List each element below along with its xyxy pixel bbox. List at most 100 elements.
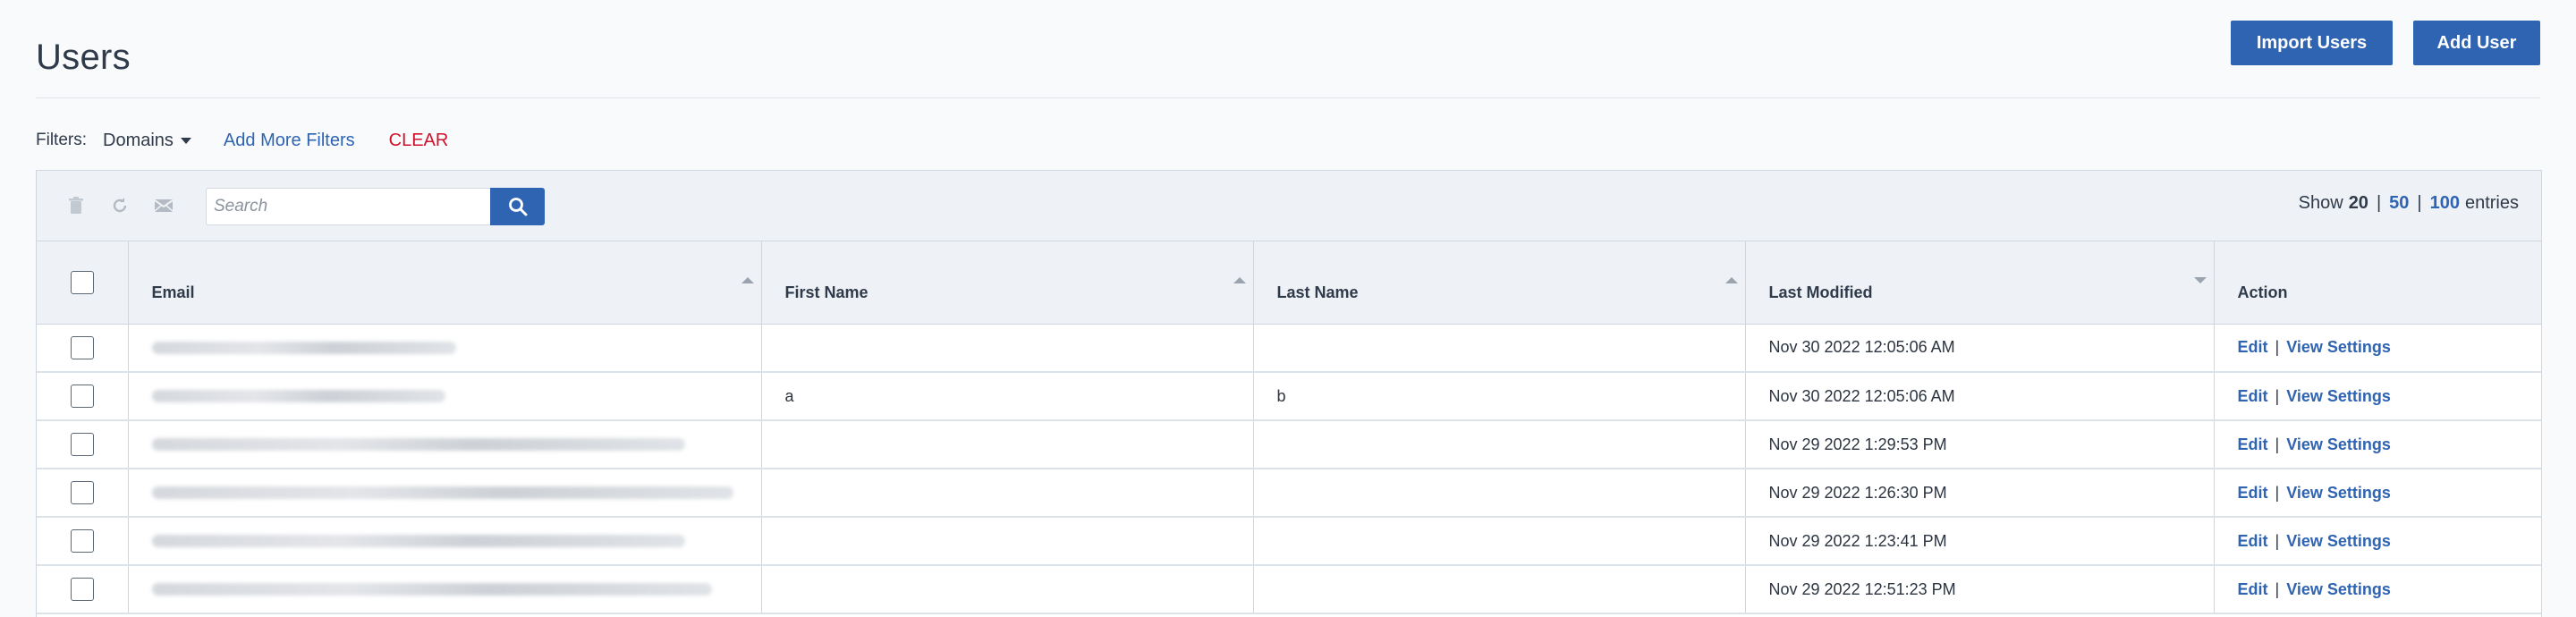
users-table-panel: Show 20 | 50 | 100 entries [36, 170, 2542, 617]
clear-filters-link[interactable]: CLEAR [389, 131, 449, 151]
search-icon [508, 198, 527, 216]
page-size-50[interactable]: 50 [2389, 193, 2409, 214]
last-modified-cell: Nov 29 2022 1:26:30 PM [1745, 469, 2215, 517]
last-name-cell [1253, 420, 1746, 469]
email-cell [128, 565, 762, 613]
page-size-20[interactable]: 20 [2349, 193, 2368, 214]
first-name-cell [761, 324, 1254, 372]
entries-label: entries [2464, 193, 2519, 213]
search-button[interactable] [490, 188, 545, 225]
action-separator: | [2275, 386, 2280, 405]
sort-asc-icon [1233, 277, 1246, 283]
sort-asc-icon [741, 277, 754, 283]
row-select-cell [37, 517, 129, 565]
email-column-header[interactable]: Email [128, 241, 762, 325]
view-settings-link[interactable]: View Settings [2286, 580, 2391, 598]
first-name-cell [761, 565, 1254, 613]
action-cell: Edit | View Settings [2214, 372, 2541, 420]
edit-link[interactable]: Edit [2238, 532, 2268, 550]
row-checkbox[interactable] [70, 385, 94, 408]
sort-desc-icon [2193, 277, 2207, 283]
filters-label: Filters: [36, 131, 87, 149]
view-settings-link[interactable]: View Settings [2286, 338, 2391, 356]
email-cell [128, 469, 762, 517]
row-select-cell [37, 469, 129, 517]
add-more-filters-link[interactable]: Add More Filters [224, 131, 355, 151]
table-header-row: Email First Name Last Name Last Modified [37, 241, 2541, 325]
row-checkbox[interactable] [70, 578, 94, 601]
select-all-cell [37, 241, 129, 325]
edit-link[interactable]: Edit [2238, 338, 2268, 356]
last-modified-cell: Nov 29 2022 1:23:41 PM [1745, 517, 2215, 565]
action-separator: | [2275, 531, 2280, 550]
table-row: a b Nov 30 2022 12:05:06 AM Edit | View Se… [37, 372, 2541, 420]
page-size-100[interactable]: 100 [2430, 193, 2460, 214]
action-cell: Edit | View Settings [2214, 420, 2541, 469]
email-cell [128, 420, 762, 469]
row-select-cell [37, 420, 129, 469]
trash-icon[interactable] [63, 192, 89, 219]
row-checkbox[interactable] [70, 335, 94, 359]
redacted-email [151, 438, 685, 451]
row-select-cell [37, 324, 129, 372]
last-modified-cell: Nov 30 2022 12:05:06 AM [1745, 372, 2215, 420]
redacted-email [151, 341, 456, 354]
email-cell [128, 372, 762, 420]
edit-link[interactable]: Edit [2238, 580, 2268, 598]
redacted-email [151, 535, 685, 547]
search-input[interactable] [206, 188, 490, 225]
view-settings-link[interactable]: View Settings [2286, 484, 2391, 502]
edit-link[interactable]: Edit [2238, 435, 2268, 453]
row-select-cell [37, 372, 129, 420]
domains-dropdown[interactable]: Domains [103, 131, 191, 151]
last-name-cell [1253, 517, 1746, 565]
refresh-icon[interactable] [106, 192, 133, 219]
action-separator: | [2275, 435, 2280, 453]
row-checkbox[interactable] [70, 481, 94, 504]
view-settings-link[interactable]: View Settings [2286, 532, 2391, 550]
view-settings-link[interactable]: View Settings [2286, 387, 2391, 405]
page-size-selector: Show 20 | 50 | 100 entries [2299, 193, 2519, 214]
first-name-column-header[interactable]: First Name [761, 241, 1254, 325]
email-icon[interactable] [150, 192, 177, 219]
row-checkbox[interactable] [70, 529, 94, 553]
email-cell [128, 324, 762, 372]
page-size-separator: | [2417, 193, 2422, 213]
action-separator: | [2275, 579, 2280, 598]
table-row: Nov 29 2022 12:51:23 PM Edit | View Settin… [37, 565, 2541, 613]
row-checkbox[interactable] [70, 433, 94, 456]
last-modified-cell: Nov 29 2022 1:29:53 PM [1745, 420, 2215, 469]
redacted-email [151, 486, 733, 499]
filters-bar: Filters: Domains Add More Filters CLEAR [36, 127, 448, 154]
domains-dropdown-label: Domains [103, 130, 174, 150]
action-separator: | [2275, 483, 2280, 502]
last-modified-cell: Nov 30 2022 12:05:06 AM [1745, 324, 2215, 372]
edit-link[interactable]: Edit [2238, 484, 2268, 502]
redacted-email [151, 390, 445, 402]
first-name-cell [761, 420, 1254, 469]
table-row: Nov 29 2022 1:23:41 PM Edit | View Setting… [37, 517, 2541, 565]
first-name-cell: a [761, 372, 1254, 420]
view-settings-link[interactable]: View Settings [2286, 435, 2391, 453]
add-user-button[interactable]: Add User [2413, 21, 2540, 65]
last-name-header-label: Last Name [1276, 283, 1359, 301]
action-column-header: Action [2214, 241, 2541, 325]
last-name-cell: b [1253, 372, 1746, 420]
table-row: Nov 29 2022 1:29:53 PM Edit | View Setting… [37, 420, 2541, 469]
last-name-cell [1253, 469, 1746, 517]
page-title: Users [36, 38, 131, 77]
import-users-button[interactable]: Import Users [2231, 21, 2393, 65]
show-label: Show [2298, 193, 2343, 213]
last-name-cell [1253, 565, 1746, 613]
caret-down-icon [180, 137, 191, 144]
redacted-email [151, 583, 712, 596]
select-all-checkbox[interactable] [70, 270, 94, 294]
last-name-column-header[interactable]: Last Name [1253, 241, 1746, 325]
edit-link[interactable]: Edit [2238, 387, 2268, 405]
last-modified-column-header[interactable]: Last Modified [1745, 241, 2215, 325]
email-cell [128, 517, 762, 565]
header-divider [36, 97, 2540, 98]
first-name-cell [761, 517, 1254, 565]
sort-asc-icon [1724, 277, 1738, 283]
action-cell: Edit | View Settings [2214, 469, 2541, 517]
